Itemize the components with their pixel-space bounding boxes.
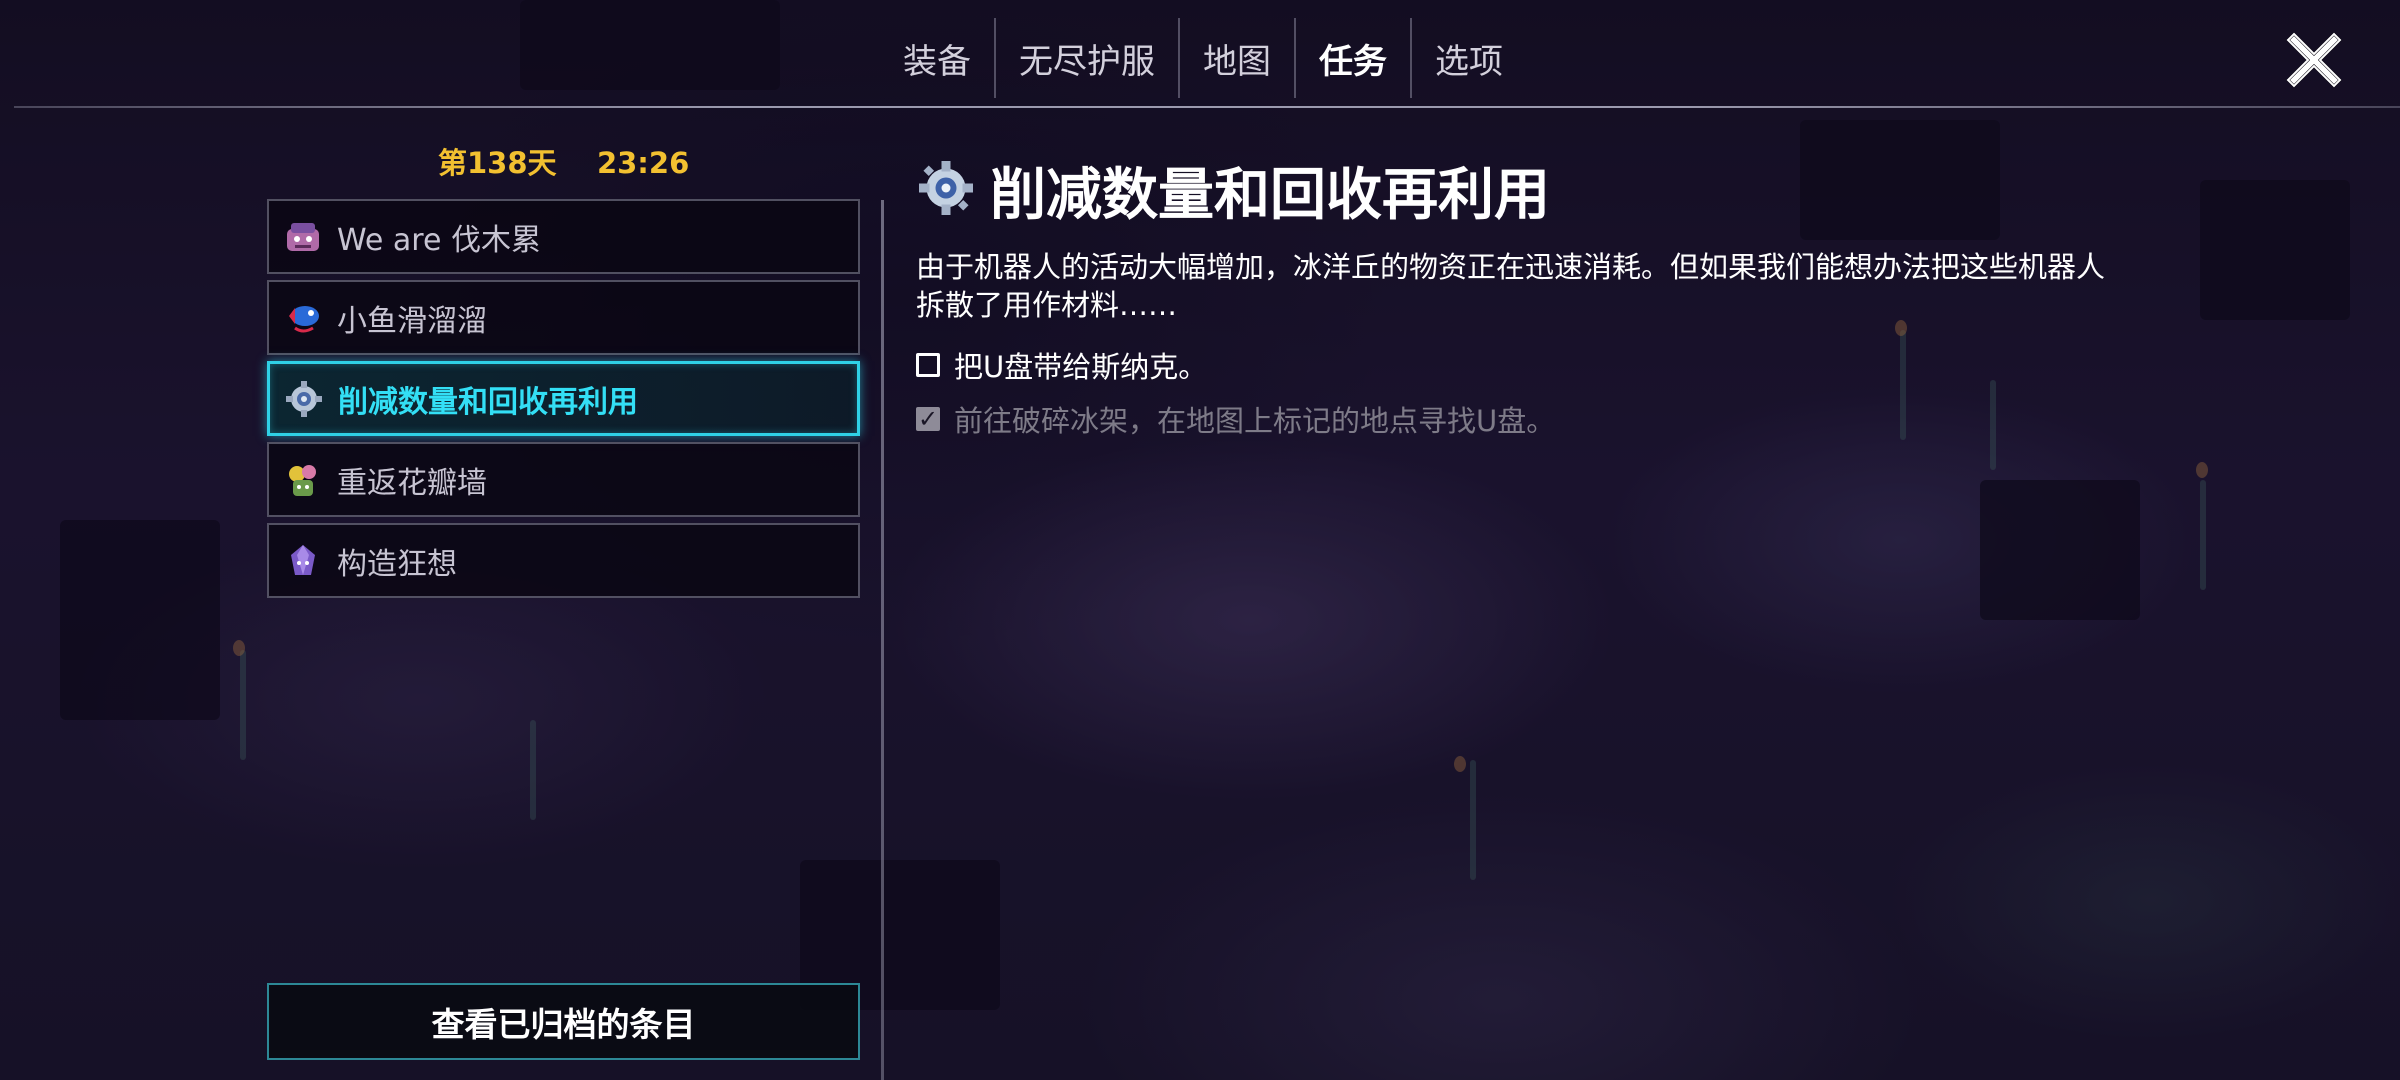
quest-item-slippery-fish[interactable]: 小鱼滑溜溜	[267, 280, 860, 355]
objective-text: 把U盘带给斯纳克。	[954, 350, 1208, 384]
close-x-icon	[2285, 31, 2343, 89]
quest-label: 构造狂想	[337, 546, 457, 582]
pink-creature-icon	[281, 215, 325, 259]
day-time-display: 第138天 23:26	[438, 140, 689, 182]
quest-item-reduce-recycle[interactable]: 削减数量和回收再利用	[267, 361, 860, 436]
flower-creature-icon	[281, 458, 325, 502]
view-archived-button[interactable]: 查看已归档的条目	[267, 983, 860, 1060]
close-button[interactable]	[2284, 30, 2344, 90]
day-counter: 第138天	[438, 146, 557, 180]
quest-label: We are 伐木累	[337, 222, 541, 258]
tab-quests[interactable]: 任务	[1296, 18, 1412, 98]
quest-title: 削减数量和回收再利用	[990, 163, 1550, 228]
fish-icon	[281, 296, 325, 340]
robot-gear-icon	[282, 377, 326, 421]
tab-options[interactable]: 选项	[1412, 18, 1526, 98]
quest-item-construct-fantasy[interactable]: 构造狂想	[267, 523, 860, 598]
quest-label: 小鱼滑溜溜	[337, 303, 487, 339]
quest-label: 削减数量和回收再利用	[338, 384, 638, 420]
objective-text: 前往破碎冰架，在地图上标记的地点寻找U盘。	[954, 404, 1556, 438]
checked-box-icon: ✓	[916, 405, 940, 433]
robot-gear-icon	[916, 158, 976, 218]
objective-item-completed: ✓ 前往破碎冰架，在地图上标记的地点寻找U盘。	[916, 398, 1555, 440]
panel-divider	[881, 200, 884, 1080]
quest-description: 由于机器人的活动大幅增加，冰洋丘的物资正在迅速消耗。但如果我们能想办法把这些机器…	[916, 250, 2106, 322]
tab-map[interactable]: 地图	[1180, 18, 1296, 98]
tab-bar: 装备 无尽护服 地图 任务 选项	[880, 18, 1526, 98]
quest-item-petal-wall[interactable]: 重返花瓣墙	[267, 442, 860, 517]
tab-endless-suit[interactable]: 无尽护服	[996, 18, 1180, 98]
quest-list: We are 伐木累 小鱼滑溜溜 削减数量和回收再利用 重返花瓣墙 构造狂想	[267, 199, 860, 604]
nav-divider	[14, 106, 2400, 108]
unchecked-box-icon	[916, 353, 940, 377]
crystal-creature-icon	[281, 539, 325, 583]
clock-time: 23:26	[596, 146, 690, 180]
quest-label: 重返花瓣墙	[337, 465, 487, 501]
quest-item-lumberjack[interactable]: We are 伐木累	[267, 199, 860, 274]
tab-equipment[interactable]: 装备	[880, 18, 996, 98]
objective-item: 把U盘带给斯纳克。	[916, 344, 1207, 386]
top-navigation: 装备 无尽护服 地图 任务 选项	[0, 0, 2400, 108]
